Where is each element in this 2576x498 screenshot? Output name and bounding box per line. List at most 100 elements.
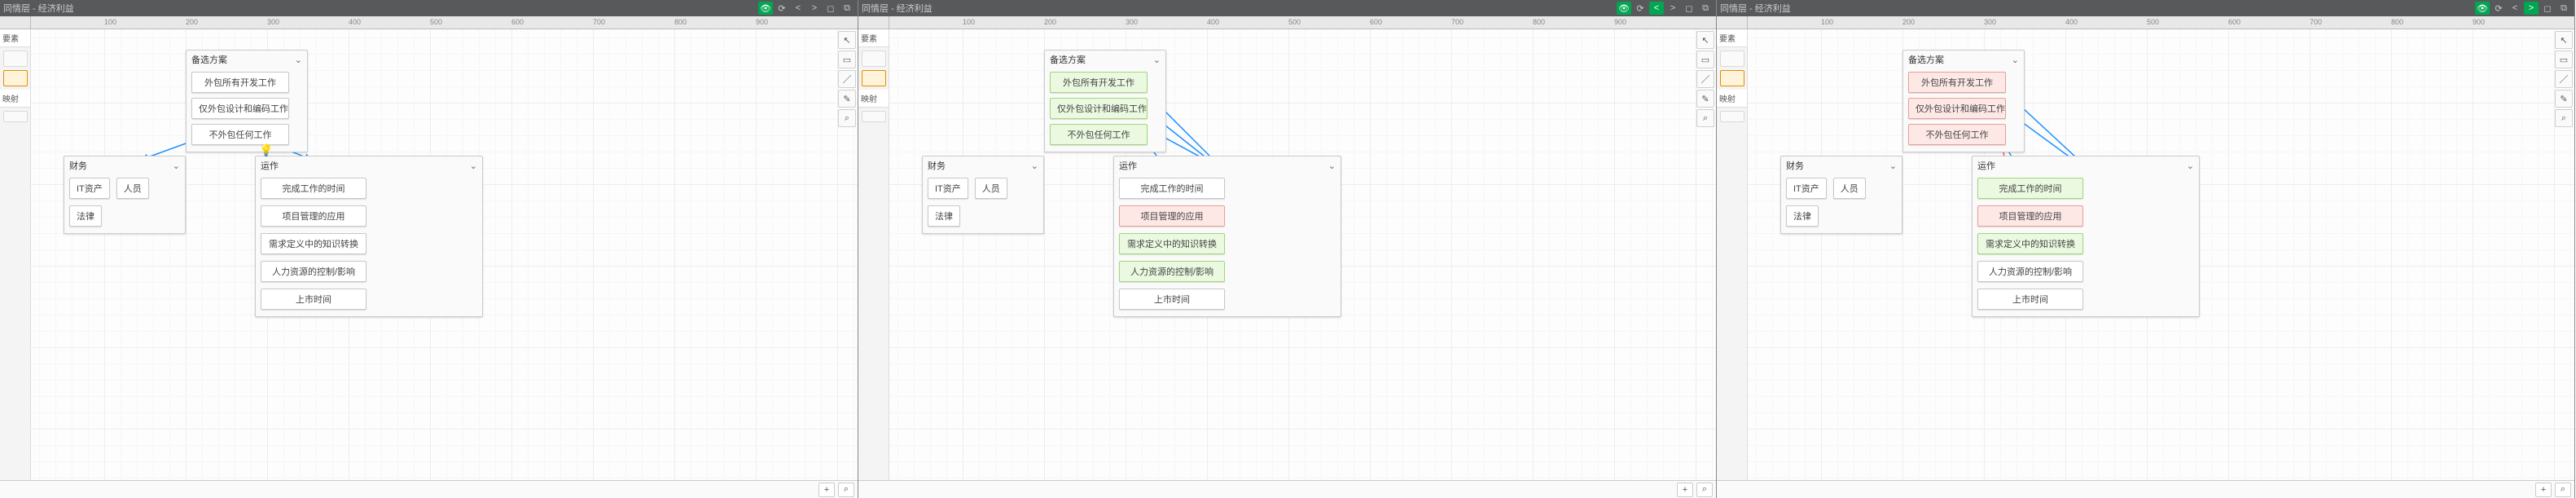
rect-tool[interactable]: ▭ bbox=[1696, 51, 1714, 68]
node-knowledge-transfer[interactable]: 需求定义中的知识转换 bbox=[261, 233, 366, 254]
node-outsource-all[interactable]: 外包所有开发工作 bbox=[1908, 72, 2006, 93]
share-icon[interactable]: < bbox=[2508, 2, 2522, 15]
rect-tool[interactable]: ▭ bbox=[2555, 51, 2573, 68]
node-legal[interactable]: 法律 bbox=[69, 205, 102, 227]
node-outsource-design[interactable]: 仅外包设计和编码工作 bbox=[1050, 98, 1148, 119]
maximize-icon[interactable]: ⧉ bbox=[2556, 2, 2571, 15]
palette-item[interactable] bbox=[1720, 70, 1744, 86]
node-it-asset[interactable]: IT资产 bbox=[69, 178, 110, 199]
node-pm-application[interactable]: 项目管理的应用 bbox=[1977, 205, 2083, 227]
palette-item[interactable] bbox=[1720, 111, 1744, 122]
node-hr-control[interactable]: 人力资源的控制/影响 bbox=[261, 261, 366, 282]
add-button[interactable]: + bbox=[2535, 483, 2552, 497]
node-people[interactable]: 人员 bbox=[1833, 178, 1866, 199]
play-icon[interactable]: > bbox=[1665, 2, 1680, 15]
palette-item[interactable] bbox=[3, 111, 28, 122]
node-it-asset[interactable]: IT资产 bbox=[928, 178, 968, 199]
node-time-to-market[interactable]: 上市时间 bbox=[261, 289, 366, 310]
eye-icon[interactable]: 👁 bbox=[2475, 2, 2490, 15]
node-time-to-complete[interactable]: 完成工作的时间 bbox=[1119, 178, 1225, 199]
chevron-down-icon[interactable]: ⌄ bbox=[2187, 161, 2194, 171]
chevron-down-icon[interactable]: ⌄ bbox=[173, 161, 180, 171]
maximize-icon[interactable]: ⧉ bbox=[1698, 2, 1713, 15]
share-icon[interactable]: < bbox=[791, 2, 805, 15]
node-time-to-market[interactable]: 上市时间 bbox=[1119, 289, 1225, 310]
line-tool[interactable]: ／ bbox=[838, 70, 856, 88]
node-outsource-design[interactable]: 仅外包设计和编码工作 bbox=[1908, 98, 2006, 119]
group-alternatives[interactable]: 备选方案⌄外包所有开发工作仅外包设计和编码工作不外包任何工作 bbox=[1044, 50, 1166, 152]
refresh-icon[interactable]: ⟳ bbox=[775, 2, 789, 15]
palette-item[interactable] bbox=[862, 51, 886, 67]
play-icon[interactable]: > bbox=[807, 2, 822, 15]
chevron-down-icon[interactable]: ⌄ bbox=[295, 55, 302, 65]
line-tool[interactable]: ／ bbox=[2555, 70, 2573, 88]
eye-icon[interactable]: 👁 bbox=[758, 2, 773, 15]
zoom-button[interactable]: ⌕ bbox=[1696, 483, 1713, 497]
node-pm-application[interactable]: 项目管理的应用 bbox=[261, 205, 366, 227]
node-legal[interactable]: 法律 bbox=[928, 205, 960, 227]
group-finance[interactable]: 财务⌄IT资产人员法律 bbox=[64, 156, 186, 234]
node-outsource-none[interactable]: 不外包任何工作 bbox=[1908, 124, 2006, 145]
pointer-tool[interactable]: ↖ bbox=[1696, 31, 1714, 49]
chevron-down-icon[interactable]: ⌄ bbox=[1031, 161, 1038, 171]
group-alternatives[interactable]: 备选方案⌄外包所有开发工作仅外包设计和编码工作不外包任何工作 bbox=[1902, 50, 2025, 152]
node-time-to-market[interactable]: 上市时间 bbox=[1977, 289, 2083, 310]
pointer-tool[interactable]: ↖ bbox=[838, 31, 856, 49]
chevron-down-icon[interactable]: ⌄ bbox=[2012, 55, 2019, 65]
chevron-down-icon[interactable]: ⌄ bbox=[1328, 161, 1336, 171]
pencil-tool[interactable]: ✎ bbox=[838, 90, 856, 108]
window-icon[interactable]: ◻ bbox=[823, 2, 838, 15]
zoom-button[interactable]: ⌕ bbox=[838, 483, 854, 497]
diagram-canvas[interactable]: 备选方案⌄外包所有开发工作仅外包设计和编码工作不外包任何工作财务⌄IT资产人员法… bbox=[1748, 29, 2574, 480]
node-people[interactable]: 人员 bbox=[975, 178, 1007, 199]
group-alternatives[interactable]: 备选方案⌄外包所有开发工作仅外包设计和编码工作不外包任何工作 bbox=[186, 50, 308, 152]
chevron-down-icon[interactable]: ⌄ bbox=[470, 161, 477, 171]
pointer-tool[interactable]: ↖ bbox=[2555, 31, 2573, 49]
add-button[interactable]: + bbox=[1677, 483, 1693, 497]
node-legal[interactable]: 法律 bbox=[1786, 205, 1819, 227]
node-people[interactable]: 人员 bbox=[116, 178, 149, 199]
eyedropper-tool[interactable]: ⌕ bbox=[2555, 109, 2573, 127]
palette-item[interactable] bbox=[3, 51, 28, 67]
node-outsource-none[interactable]: 不外包任何工作 bbox=[1050, 124, 1148, 145]
window-icon[interactable]: ◻ bbox=[1682, 2, 1696, 15]
node-hr-control[interactable]: 人力资源的控制/影响 bbox=[1977, 261, 2083, 282]
palette-item[interactable] bbox=[862, 70, 886, 86]
group-finance[interactable]: 财务⌄IT资产人员法律 bbox=[1780, 156, 1902, 234]
diagram-canvas[interactable]: 备选方案⌄外包所有开发工作仅外包设计和编码工作不外包任何工作财务⌄IT资产人员法… bbox=[889, 29, 1716, 480]
play-icon[interactable]: > bbox=[2524, 2, 2539, 15]
node-time-to-complete[interactable]: 完成工作的时间 bbox=[261, 178, 366, 199]
palette-item[interactable] bbox=[1720, 51, 1744, 67]
chevron-down-icon[interactable]: ⌄ bbox=[1153, 55, 1161, 65]
node-outsource-all[interactable]: 外包所有开发工作 bbox=[191, 72, 289, 93]
chevron-down-icon[interactable]: ⌄ bbox=[1889, 161, 1897, 171]
eyedropper-tool[interactable]: ⌕ bbox=[838, 109, 856, 127]
refresh-icon[interactable]: ⟳ bbox=[2491, 2, 2506, 15]
rect-tool[interactable]: ▭ bbox=[838, 51, 856, 68]
node-outsource-design[interactable]: 仅外包设计和编码工作 bbox=[191, 98, 289, 119]
group-operations[interactable]: 运作⌄完成工作的时间项目管理的应用需求定义中的知识转换人力资源的控制/影响上市时… bbox=[1972, 156, 2200, 317]
palette-item[interactable] bbox=[862, 111, 886, 122]
eye-icon[interactable]: 👁 bbox=[1617, 2, 1631, 15]
node-time-to-complete[interactable]: 完成工作的时间 bbox=[1977, 178, 2083, 199]
palette-item[interactable] bbox=[3, 70, 28, 86]
lightbulb-icon[interactable]: 💡 bbox=[259, 143, 273, 157]
line-tool[interactable]: ／ bbox=[1696, 70, 1714, 88]
share-icon[interactable]: < bbox=[1649, 2, 1664, 15]
node-outsource-none[interactable]: 不外包任何工作 bbox=[191, 124, 289, 145]
group-operations[interactable]: 运作⌄完成工作的时间项目管理的应用需求定义中的知识转换人力资源的控制/影响上市时… bbox=[1113, 156, 1341, 317]
refresh-icon[interactable]: ⟳ bbox=[1633, 2, 1648, 15]
group-operations[interactable]: 运作⌄完成工作的时间项目管理的应用需求定义中的知识转换人力资源的控制/影响上市时… bbox=[255, 156, 483, 317]
node-knowledge-transfer[interactable]: 需求定义中的知识转换 bbox=[1119, 233, 1225, 254]
node-pm-application[interactable]: 项目管理的应用 bbox=[1119, 205, 1225, 227]
maximize-icon[interactable]: ⧉ bbox=[840, 2, 854, 15]
window-icon[interactable]: ◻ bbox=[2540, 2, 2555, 15]
add-button[interactable]: + bbox=[818, 483, 835, 497]
zoom-button[interactable]: ⌕ bbox=[2555, 483, 2571, 497]
node-hr-control[interactable]: 人力资源的控制/影响 bbox=[1119, 261, 1225, 282]
node-outsource-all[interactable]: 外包所有开发工作 bbox=[1050, 72, 1148, 93]
node-knowledge-transfer[interactable]: 需求定义中的知识转换 bbox=[1977, 233, 2083, 254]
eyedropper-tool[interactable]: ⌕ bbox=[1696, 109, 1714, 127]
pencil-tool[interactable]: ✎ bbox=[2555, 90, 2573, 108]
node-it-asset[interactable]: IT资产 bbox=[1786, 178, 1827, 199]
